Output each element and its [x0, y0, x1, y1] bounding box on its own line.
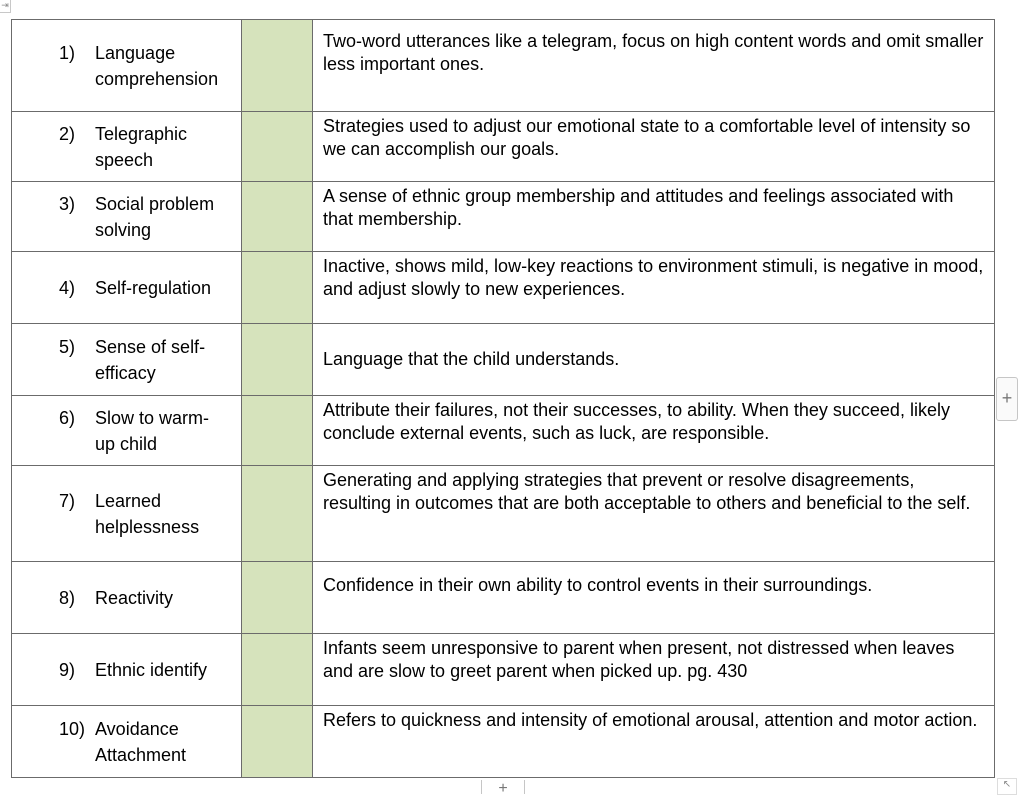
- term-label: helplessness: [95, 517, 200, 537]
- table-row: 3) Social problem solving A sense of ethnic…: [11, 181, 995, 252]
- definition-text: Two-word utterances like a telegram, foc…: [323, 31, 984, 74]
- term-cell[interactable]: 10) Avoidance Attachment: [11, 705, 242, 778]
- table-row: 6) Slow to warm-up child Attribute their f…: [11, 395, 995, 466]
- term-cell[interactable]: 9) Ethnic identify: [11, 633, 242, 706]
- item-number: 8): [59, 588, 76, 608]
- item-number: 2): [59, 124, 76, 144]
- definition-cell[interactable]: Attribute their failures, not their succ…: [312, 395, 995, 466]
- answer-cell[interactable]: [241, 395, 313, 466]
- item-number: 10): [59, 719, 86, 739]
- definition-cell[interactable]: Confidence in their own ability to contr…: [312, 561, 995, 634]
- definition-cell[interactable]: Inactive, shows mild, low-key reactions …: [312, 251, 995, 324]
- answer-cell[interactable]: [241, 251, 313, 324]
- item-number: 6): [59, 408, 76, 428]
- answer-cell[interactable]: [241, 181, 313, 252]
- term-label: Reactivity: [95, 588, 174, 608]
- matching-table: 1) Language comprehension Two-word utteranc…: [11, 19, 995, 778]
- term-label: Ethnic identify: [95, 660, 208, 680]
- term-label: speech: [95, 150, 154, 170]
- item-number: 9): [59, 660, 76, 680]
- answer-cell[interactable]: [241, 633, 313, 706]
- term-cell[interactable]: 1) Language comprehension: [11, 19, 242, 112]
- term-cell[interactable]: 3) Social problem solving: [11, 181, 242, 252]
- table-move-handle-icon[interactable]: ⇥: [0, 0, 11, 13]
- definition-cell[interactable]: A sense of ethnic group membership and a…: [312, 181, 995, 252]
- table-row: 4) Self-regulation Inactive, shows mild, l…: [11, 251, 995, 324]
- plus-icon: +: [498, 780, 508, 797]
- table-row: 7) Learned helplessness Generating and appl…: [11, 465, 995, 562]
- table-row: 8) Reactivity Confidence in their own abil…: [11, 561, 995, 634]
- table-row: 5) Sense of self-efficacy Language that th…: [11, 323, 995, 396]
- definition-text: Strategies used to adjust our emotional …: [323, 116, 971, 159]
- item-number: 7): [59, 491, 76, 511]
- term-cell[interactable]: 4) Self-regulation: [11, 251, 242, 324]
- definition-text: Infants seem unresponsive to parent when…: [323, 638, 955, 681]
- definition-cell[interactable]: Strategies used to adjust our emotional …: [312, 111, 995, 182]
- term-label: Avoidance: [95, 719, 179, 739]
- definition-cell[interactable]: Language that the child understands.: [312, 323, 995, 396]
- table-row: 10) Avoidance Attachment Refers to quicknes…: [11, 705, 995, 778]
- term-label: Telegraphic: [95, 124, 188, 144]
- definition-text: Confidence in their own ability to contr…: [323, 575, 873, 595]
- definition-cell[interactable]: Infants seem unresponsive to parent when…: [312, 633, 995, 706]
- term-label: Slow to warm-: [95, 408, 210, 428]
- term-cell[interactable]: 6) Slow to warm-up child: [11, 395, 242, 466]
- term-label: up child: [95, 434, 158, 454]
- answer-cell[interactable]: [241, 705, 313, 778]
- term-label: Self-regulation: [95, 278, 212, 298]
- term-label: efficacy: [95, 363, 156, 383]
- table-row: 1) Language comprehension Two-word utteranc…: [11, 19, 995, 112]
- table-resize-handle-icon[interactable]: ↖: [997, 778, 1017, 795]
- term-cell[interactable]: 5) Sense of self-efficacy: [11, 323, 242, 396]
- definition-cell[interactable]: Generating and applying strategies that …: [312, 465, 995, 562]
- item-number: 5): [59, 337, 76, 357]
- term-label: Sense of self-: [95, 337, 206, 357]
- term-label: Language: [95, 43, 176, 63]
- term-label: solving: [95, 220, 152, 240]
- term-cell[interactable]: 8) Reactivity: [11, 561, 242, 634]
- term-label: Social problem: [95, 194, 215, 214]
- add-column-button[interactable]: +: [996, 377, 1018, 421]
- table-row: 9) Ethnic identify Infants seem unresponsi…: [11, 633, 995, 706]
- answer-cell[interactable]: [241, 111, 313, 182]
- definition-text: Generating and applying strategies that …: [323, 470, 971, 513]
- definition-text: Attribute their failures, not their succ…: [323, 400, 950, 443]
- item-number: 1): [59, 43, 76, 63]
- definition-cell[interactable]: Refers to quickness and intensity of emo…: [312, 705, 995, 778]
- answer-cell[interactable]: [241, 561, 313, 634]
- answer-cell[interactable]: [241, 465, 313, 562]
- definition-text: Refers to quickness and intensity of emo…: [323, 710, 978, 730]
- definition-cell[interactable]: Two-word utterances like a telegram, foc…: [312, 19, 995, 112]
- definition-text: Inactive, shows mild, low-key reactions …: [323, 256, 984, 299]
- table-row: 2) Telegraphic speech Strategies used to ad…: [11, 111, 995, 182]
- term-label: Attachment: [95, 745, 187, 765]
- answer-cell[interactable]: [241, 323, 313, 396]
- item-number: 3): [59, 194, 76, 214]
- definition-text: Language that the child understands.: [323, 349, 620, 369]
- term-cell[interactable]: 2) Telegraphic speech: [11, 111, 242, 182]
- definition-text: A sense of ethnic group membership and a…: [323, 186, 954, 229]
- item-number: 4): [59, 278, 76, 298]
- term-label: Learned: [95, 491, 162, 511]
- add-row-button[interactable]: +: [481, 780, 525, 797]
- term-cell[interactable]: 7) Learned helplessness: [11, 465, 242, 562]
- term-label: comprehension: [95, 69, 219, 89]
- answer-cell[interactable]: [241, 19, 313, 112]
- plus-icon: +: [1001, 388, 1013, 408]
